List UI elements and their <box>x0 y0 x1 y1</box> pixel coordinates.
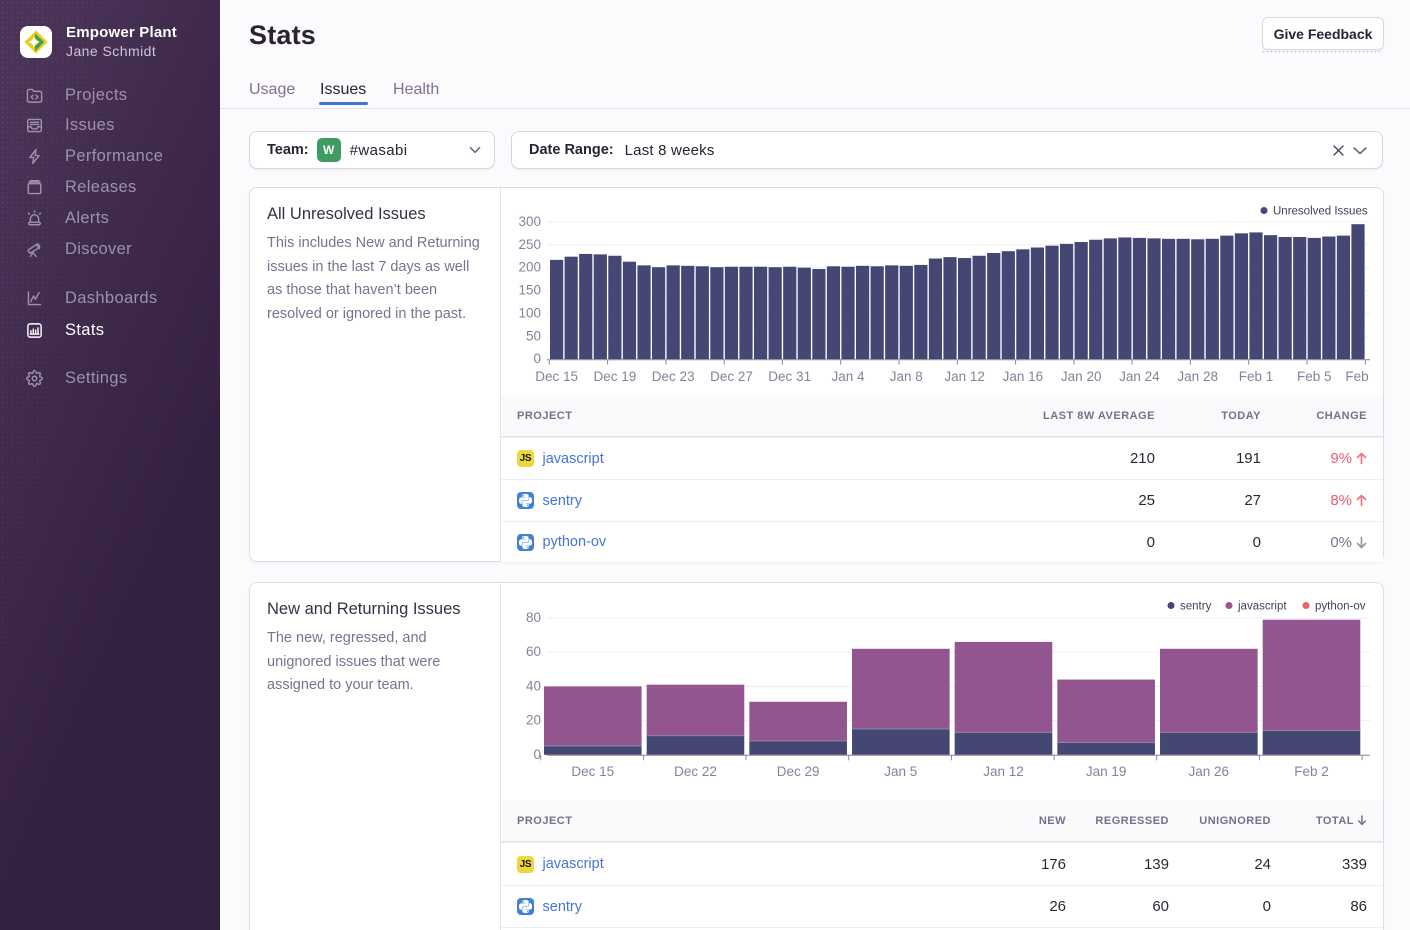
svg-text:Jan 12: Jan 12 <box>983 764 1024 779</box>
svg-text:200: 200 <box>518 260 541 275</box>
svg-text:Feb 1: Feb 1 <box>1239 369 1274 384</box>
svg-text:Feb 5: Feb 5 <box>1297 369 1332 384</box>
svg-text:0: 0 <box>533 747 541 762</box>
svg-text:Dec 15: Dec 15 <box>535 369 578 384</box>
svg-text:Unresolved Issues: Unresolved Issues <box>1273 206 1368 218</box>
svg-text:Dec 15: Dec 15 <box>571 764 614 779</box>
svg-text:Jan 19: Jan 19 <box>1086 764 1127 779</box>
svg-text:Dec 23: Dec 23 <box>652 369 695 384</box>
svg-text:20: 20 <box>526 713 541 728</box>
svg-text:Feb 2: Feb 2 <box>1294 764 1329 779</box>
svg-text:Jan 26: Jan 26 <box>1189 764 1230 779</box>
svg-text:Jan 8: Jan 8 <box>890 369 923 384</box>
svg-text:sentry: sentry <box>1180 601 1212 613</box>
svg-text:40: 40 <box>526 678 541 693</box>
svg-text:Dec 29: Dec 29 <box>777 764 820 779</box>
svg-text:150: 150 <box>518 283 541 298</box>
svg-text:100: 100 <box>518 305 541 320</box>
svg-text:Dec 19: Dec 19 <box>594 369 637 384</box>
svg-text:Jan 12: Jan 12 <box>944 369 985 384</box>
svg-text:Feb: Feb <box>1345 369 1368 384</box>
svg-text:250: 250 <box>518 237 541 252</box>
svg-text:60: 60 <box>526 644 541 659</box>
svg-text:80: 80 <box>526 610 541 625</box>
svg-text:Dec 27: Dec 27 <box>710 369 753 384</box>
svg-text:50: 50 <box>526 328 541 343</box>
svg-text:Jan 20: Jan 20 <box>1061 369 1102 384</box>
svg-text:javascript: javascript <box>1237 601 1287 613</box>
svg-text:Jan 4: Jan 4 <box>831 369 865 384</box>
svg-text:Jan 28: Jan 28 <box>1177 369 1218 384</box>
svg-text:0: 0 <box>533 351 541 366</box>
svg-text:Jan 5: Jan 5 <box>884 764 917 779</box>
svg-text:300: 300 <box>518 214 541 229</box>
svg-text:python-ov: python-ov <box>1315 601 1366 613</box>
svg-text:Jan 16: Jan 16 <box>1003 369 1044 384</box>
svg-text:Jan 24: Jan 24 <box>1119 369 1160 384</box>
svg-text:Dec 22: Dec 22 <box>674 764 717 779</box>
svg-text:Dec 31: Dec 31 <box>768 369 811 384</box>
